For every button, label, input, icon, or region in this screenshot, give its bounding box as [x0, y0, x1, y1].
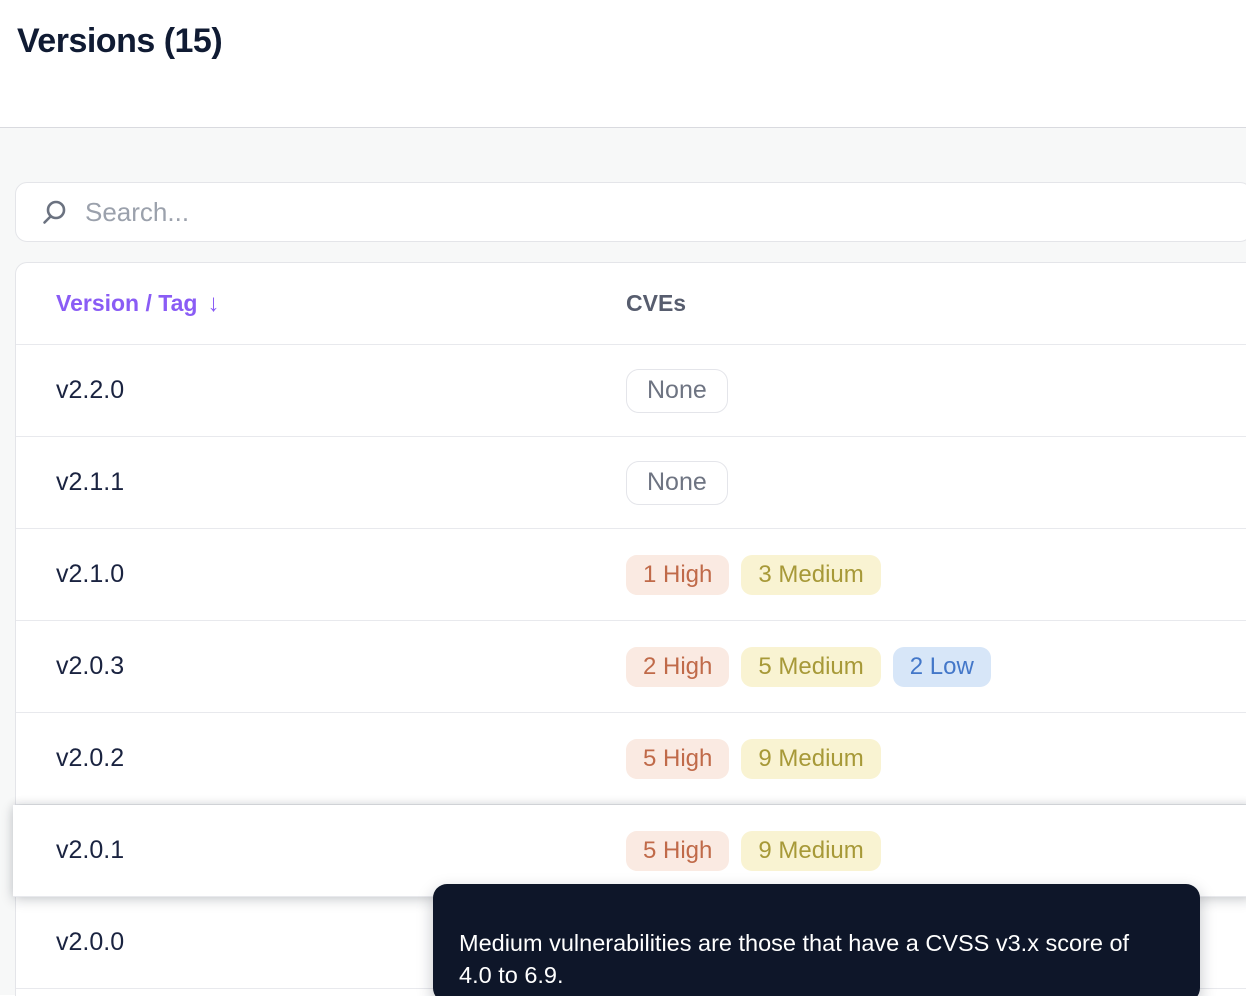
version-cell: v2.2.0 — [56, 376, 626, 405]
version-cell: v2.0.2 — [56, 744, 626, 773]
cves-cell: None — [626, 460, 1246, 505]
cve-badge-high[interactable]: 1 High — [626, 554, 730, 595]
column-header-version-tag[interactable]: Version / Tag ↓ — [56, 290, 626, 318]
tooltip-text: Medium vulnerabilities are those that ha… — [459, 930, 1130, 988]
cve-badge-high[interactable]: 5 High — [626, 830, 730, 871]
cve-badge-high[interactable]: 5 High — [626, 738, 730, 779]
cve-badge-medium[interactable]: 3 Medium — [741, 554, 881, 595]
table-row[interactable]: v2.0.3 2 High 5 Medium 2 Low — [16, 621, 1246, 713]
version-label: v2.0.3 — [56, 652, 125, 680]
version-cell: v2.0.1 — [56, 836, 626, 865]
version-cell: v2.1.1 — [56, 468, 626, 497]
cve-badge-medium[interactable]: 5 Medium — [741, 646, 881, 687]
cves-cell: 1 High 3 Medium — [626, 554, 1246, 595]
search-icon — [41, 199, 68, 226]
version-label: v2.0.0 — [56, 928, 125, 956]
cves-cell: 5 High 9 Medium — [626, 738, 1246, 779]
version-label: v2.1.0 — [56, 560, 125, 588]
page-header: Versions (15) — [0, 0, 1246, 128]
cve-badge-low[interactable]: 2 Low — [892, 646, 991, 687]
version-label: v2.0.2 — [56, 744, 125, 772]
version-cell: v2.1.0 — [56, 560, 626, 589]
cve-badge-medium[interactable]: 9 Medium — [741, 738, 881, 779]
tooltip: Medium vulnerabilities are those that ha… — [433, 884, 1200, 996]
version-label: v2.2.0 — [56, 376, 125, 404]
cves-cell: None — [626, 368, 1246, 413]
versions-page: Versions (15) Version / Tag ↓ CVEs — [0, 0, 1246, 996]
cve-badge-none[interactable]: None — [626, 460, 728, 505]
table-header-row: Version / Tag ↓ CVEs — [16, 263, 1246, 345]
version-label: v2.0.1 — [56, 836, 125, 864]
table-row[interactable]: v2.2.0 None — [16, 345, 1246, 437]
cves-cell: 5 High 9 Medium — [626, 830, 1246, 871]
column-header-cves[interactable]: CVEs — [626, 290, 1246, 317]
table-row[interactable]: v2.0.2 5 High 9 Medium — [16, 713, 1246, 805]
cve-badge-medium[interactable]: 9 Medium — [741, 830, 881, 871]
table-row[interactable]: v2.1.0 1 High 3 Medium — [16, 529, 1246, 621]
cve-badge-none[interactable]: None — [626, 368, 728, 413]
page-title: Versions (15) — [17, 22, 223, 60]
search-bar — [15, 182, 1246, 242]
cves-cell: 2 High 5 Medium 2 Low — [626, 646, 1246, 687]
version-label: v2.1.1 — [56, 468, 125, 496]
column-header-cves-label: CVEs — [626, 290, 687, 316]
column-header-version-label: Version / Tag — [56, 290, 198, 316]
table-row[interactable]: v2.1.1 None — [16, 437, 1246, 529]
version-cell: v2.0.3 — [56, 652, 626, 681]
content-area: Version / Tag ↓ CVEs v2.2.0 None v2.1.1 Non… — [0, 128, 1246, 996]
cve-badge-high[interactable]: 2 High — [626, 646, 730, 687]
search-input[interactable] — [85, 196, 1246, 228]
sort-descending-icon: ↓ — [207, 289, 220, 317]
